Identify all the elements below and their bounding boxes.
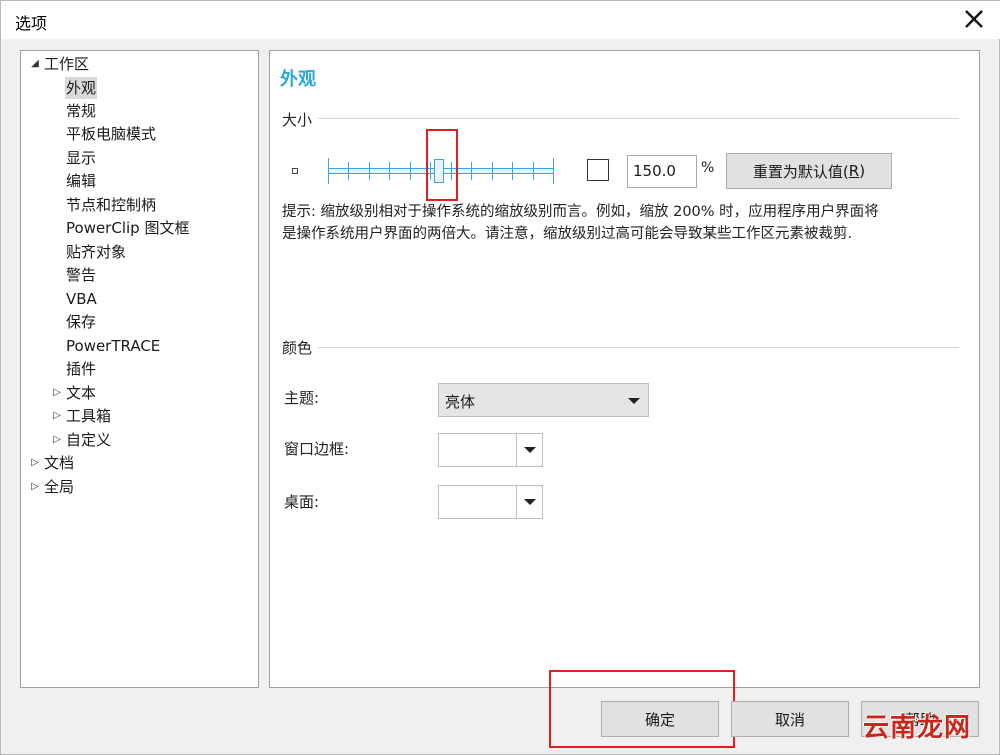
tree-item-label: 工具箱 [66, 407, 112, 425]
collapsed-arrow-icon[interactable]: ▷ [29, 476, 41, 498]
tree-item-display[interactable]: 显示 [65, 147, 97, 169]
watermark-logo: 云南龙网 [863, 713, 972, 743]
reset-button-close: ) [859, 162, 866, 180]
slider-tick [389, 162, 390, 180]
tree-item-label: 编辑 [66, 172, 97, 190]
chevron-down-icon [524, 499, 536, 505]
tree-item-label: 文档 [44, 454, 75, 472]
tree-item-tablet-mode[interactable]: 平板电脑模式 [65, 123, 157, 145]
chevron-down-icon [628, 398, 640, 404]
tree-item-text[interactable]: ▷ 文本 [51, 382, 97, 404]
options-dialog: 选项 ◢ 工作区 外观 常规 平板电脑模式 显示 编辑 节点和控制柄 Power… [0, 0, 1000, 755]
tree-item-warnings[interactable]: 警告 [65, 264, 97, 286]
tree-item-label: PowerTRACE [66, 337, 161, 355]
tree-item-snap-objects[interactable]: 贴齐对象 [65, 241, 127, 263]
window-border-color-picker[interactable] [438, 433, 543, 467]
theme-label: 主题: [284, 389, 320, 407]
tree-item-powerclip[interactable]: PowerClip 图文框 [65, 217, 190, 239]
tree-item-customize[interactable]: ▷ 自定义 [51, 429, 112, 451]
tree-item-general[interactable]: 常规 [65, 100, 97, 122]
close-icon [965, 10, 983, 28]
tree-item-vba[interactable]: VBA [65, 288, 98, 310]
tree-item-appearance[interactable]: 外观 [65, 77, 98, 99]
title-bar: 选项 [1, 1, 1000, 39]
chevron-down-icon [524, 447, 536, 453]
window-border-label: 窗口边框: [284, 440, 350, 458]
tree-item-label: 警告 [66, 266, 97, 284]
desktop-color-picker[interactable] [438, 485, 543, 519]
slider-tick [471, 162, 472, 180]
tree-item-label: 节点和控制柄 [66, 196, 157, 214]
tree-item-document[interactable]: ▷ 文档 [29, 452, 75, 474]
tree-item-label: 平板电脑模式 [66, 125, 157, 143]
scale-slider[interactable] [328, 154, 560, 188]
slider-tick [512, 162, 513, 180]
percent-sign: % [701, 160, 715, 176]
tree-item-label: PowerClip 图文框 [66, 219, 190, 237]
slider-tick [369, 162, 370, 180]
tree-item-label: 插件 [66, 360, 97, 378]
collapsed-arrow-icon[interactable]: ▷ [51, 405, 63, 427]
close-button[interactable] [951, 1, 997, 37]
tree-item-label: 外观 [65, 77, 98, 99]
collapsed-arrow-icon[interactable]: ▷ [51, 382, 63, 404]
slider-tick [533, 162, 534, 180]
tree-item-save[interactable]: 保存 [65, 311, 97, 333]
tree-item-label: 全局 [44, 478, 75, 496]
slider-tick [430, 162, 431, 180]
window-border-dropdown-button[interactable] [516, 434, 542, 466]
theme-select-value: 亮体 [445, 393, 476, 411]
tree-item-nodes-handles[interactable]: 节点和控制柄 [65, 194, 157, 216]
hint-line-1: 提示: 缩放级别相对于操作系统的缩放级别而言。例如，缩放 200% 时，应用程序… [282, 204, 879, 220]
tree-item-label: 保存 [66, 313, 97, 331]
category-tree[interactable]: ◢ 工作区 外观 常规 平板电脑模式 显示 编辑 节点和控制柄 PowerCli… [20, 50, 259, 688]
tree-item-powertrace[interactable]: PowerTRACE [65, 335, 161, 357]
tree-item-label: 文本 [66, 384, 97, 402]
tree-item-label: 贴齐对象 [66, 243, 127, 261]
reset-button-label: 重置为默认值( [752, 162, 849, 181]
tree-item-workspace[interactable]: ◢ 工作区 [29, 53, 90, 75]
slider-thumb[interactable] [434, 159, 444, 183]
scale-input[interactable]: 150.0 [627, 155, 697, 188]
hint-line-2: 是操作系统用户界面的两倍大。请注意，缩放级别过高可能会导致某些工作区元素被裁剪. [282, 226, 853, 242]
ok-button[interactable]: 确定 [601, 701, 719, 737]
slider-tick [328, 158, 329, 184]
tree-item-edit[interactable]: 编辑 [65, 170, 97, 192]
tree-item-label: VBA [66, 290, 97, 308]
reset-button-mnemonic: R [848, 162, 860, 180]
size-group-divider [316, 118, 959, 119]
color-group-label: 颜色 [282, 337, 319, 358]
tree-item-toolbox[interactable]: ▷ 工具箱 [51, 405, 112, 427]
tree-item-label: 常规 [66, 102, 97, 120]
expanded-arrow-icon[interactable]: ◢ [29, 53, 41, 75]
slider-tick [492, 162, 493, 180]
slider-tick [410, 162, 411, 180]
desktop-dropdown-button[interactable] [516, 486, 542, 518]
theme-select[interactable]: 亮体 [438, 383, 649, 417]
tree-item-label: 工作区 [44, 55, 90, 73]
appearance-page: 外观 大小 150.0 % 重置为默认值(R) 提示: 缩放级别相对于操作系统的… [269, 50, 980, 688]
tree-item-label: 自定义 [66, 431, 112, 449]
reset-default-button[interactable]: 重置为默认值(R) [726, 153, 892, 189]
collapsed-arrow-icon[interactable]: ▷ [51, 429, 63, 451]
slider-tick [553, 158, 554, 184]
desktop-label: 桌面: [284, 493, 320, 511]
small-size-icon [292, 168, 298, 174]
tree-item-label: 显示 [66, 149, 97, 167]
page-title: 外观 [280, 69, 316, 90]
collapsed-arrow-icon[interactable]: ▷ [29, 452, 41, 474]
scale-checkbox[interactable] [587, 159, 609, 181]
window-title: 选项 [15, 14, 48, 33]
tree-item-plugins[interactable]: 插件 [65, 358, 97, 380]
color-group-divider [316, 347, 959, 348]
tree-item-global[interactable]: ▷ 全局 [29, 476, 75, 498]
hint-text: 提示: 缩放级别相对于操作系统的缩放级别而言。例如，缩放 200% 时，应用程序… [282, 201, 972, 245]
cancel-button[interactable]: 取消 [731, 701, 849, 737]
slider-tick [451, 162, 452, 180]
size-group-label: 大小 [282, 109, 319, 130]
slider-tick [348, 162, 349, 180]
